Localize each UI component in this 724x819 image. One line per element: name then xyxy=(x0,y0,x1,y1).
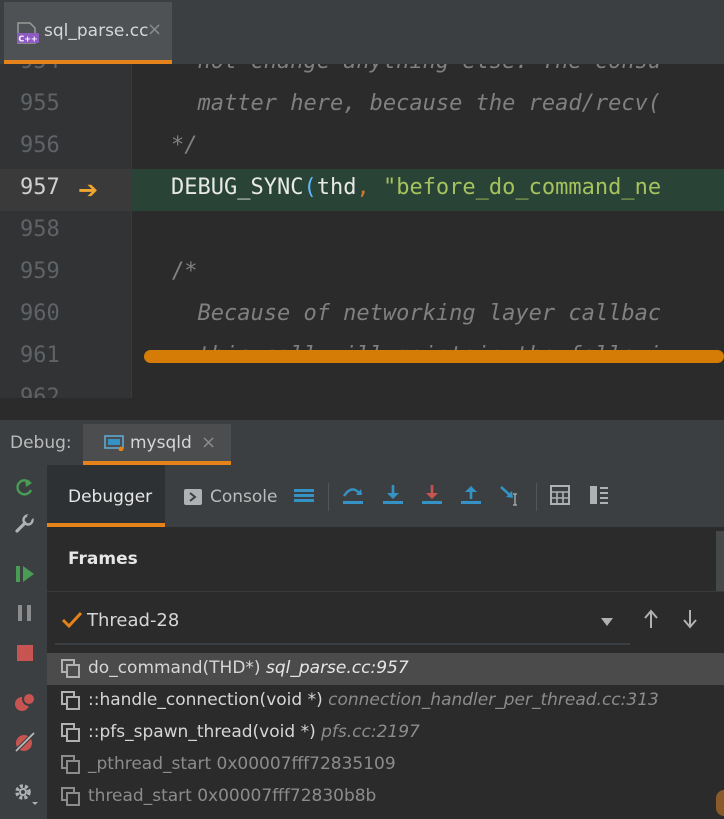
settings-gear-icon[interactable] xyxy=(12,781,38,807)
code-comment: not change anything else. The consu xyxy=(171,64,661,74)
pause-icon[interactable] xyxy=(14,602,36,624)
line-number: 954 xyxy=(20,64,60,74)
step-into-icon[interactable] xyxy=(382,484,404,506)
force-step-into-icon[interactable] xyxy=(421,484,443,506)
run-to-cursor-icon[interactable] xyxy=(499,484,521,506)
step-over-icon[interactable] xyxy=(342,484,364,506)
arrow-down-icon[interactable] xyxy=(682,609,698,629)
stop-icon[interactable] xyxy=(14,642,36,664)
frame-location: sql_parse.cc:957 xyxy=(265,658,409,678)
frame-location: pfs.cc:2197 xyxy=(321,722,420,742)
wrench-icon[interactable] xyxy=(13,513,35,535)
debugger-tab-label: Debugger xyxy=(68,487,153,507)
step-out-icon[interactable] xyxy=(460,484,482,506)
monitor-icon xyxy=(104,435,124,451)
svg-text:C++: C++ xyxy=(18,35,37,44)
frames-panel: Frames Thread-28 do_command(THD*) sql_pa… xyxy=(47,527,724,819)
corner-badge xyxy=(716,790,724,816)
stack-frame-icon xyxy=(61,691,80,710)
console-icon[interactable] xyxy=(184,489,202,505)
editor-tab-bar: C++ sql_parse.cc × xyxy=(0,0,724,64)
frame-function: thread_start 0x00007fff72830b8b xyxy=(88,786,377,806)
console-tab-label[interactable]: Console xyxy=(210,487,278,507)
debug-label: Debug: xyxy=(10,433,72,453)
code-line: 956 */ xyxy=(0,127,724,169)
rerun-icon[interactable] xyxy=(13,477,35,499)
frame-function: do_command(THD*) xyxy=(88,658,261,678)
frames-title: Frames xyxy=(68,549,138,569)
code-line: 955 matter here, because the read/recv( xyxy=(0,85,724,127)
line-number: 961 xyxy=(20,343,60,368)
stack-frame-icon xyxy=(61,659,80,678)
toolbar-separator xyxy=(536,483,537,511)
close-session-icon[interactable]: × xyxy=(201,432,216,453)
stack-frame[interactable]: do_command(THD*) sql_parse.cc:957 xyxy=(47,653,724,685)
line-number: 959 xyxy=(20,259,60,284)
code-statement: DEBUG_SYNC(thd, "before_do_command_ne xyxy=(171,175,661,200)
code-line: 962 xyxy=(0,379,724,398)
frames-divider xyxy=(47,591,724,592)
thread-name: Thread-28 xyxy=(87,610,180,631)
string-literal: "before_do_command_ne xyxy=(369,175,662,200)
debugger-toolbar: Debugger Console xyxy=(47,465,724,527)
paren: ( xyxy=(303,175,317,200)
arrow-right-icon: ➔ xyxy=(78,176,99,204)
frame-function: ::pfs_spawn_thread(void *) xyxy=(88,722,316,742)
code-line: 959 /* xyxy=(0,253,724,295)
view-breakpoints-icon[interactable] xyxy=(13,691,37,713)
code-comment: Because of networking layer callbac xyxy=(171,301,662,326)
arrow-up-icon[interactable] xyxy=(643,609,659,629)
panel-splitter[interactable] xyxy=(716,531,724,591)
code-line: 954 not change anything else. The consu xyxy=(0,64,724,85)
close-tab-icon[interactable]: × xyxy=(147,19,162,40)
code-comment: */ xyxy=(171,133,198,158)
chevron-down-icon[interactable] xyxy=(600,617,614,627)
stack-frame-icon xyxy=(61,787,80,806)
frame-function: ::handle_connection(void *) xyxy=(88,690,323,710)
thread-selector-underline xyxy=(55,643,630,645)
stack-frame-icon xyxy=(61,723,80,742)
code-comment: matter here, because the read/recv( xyxy=(171,91,662,116)
stack-frame[interactable]: ::pfs_spawn_thread(void *) pfs.cc:2197 xyxy=(47,717,724,749)
resume-icon[interactable] xyxy=(14,563,36,585)
show-execution-point-icon[interactable] xyxy=(293,484,315,506)
line-number: 962 xyxy=(20,385,60,398)
debug-session-label: mysqld xyxy=(130,433,192,453)
function-name: DEBUG_SYNC xyxy=(171,175,304,200)
thread-check-icon xyxy=(61,611,83,629)
debug-side-toolbar xyxy=(0,465,47,819)
line-number: 956 xyxy=(20,133,60,158)
cpp-file-icon: C++ xyxy=(17,22,39,44)
comma: , xyxy=(356,175,370,200)
line-number: 960 xyxy=(20,301,60,326)
mute-breakpoints-icon[interactable] xyxy=(13,730,37,754)
code-line: 960 Because of networking layer callbac xyxy=(0,295,724,337)
editor-tab-label: sql_parse.cc xyxy=(44,21,149,41)
stack-frame-icon xyxy=(61,755,80,774)
toolbar-separator xyxy=(328,483,329,511)
horizontal-scrollbar[interactable] xyxy=(144,350,724,363)
execution-line: 957 ➔ DEBUG_SYNC(thd, "before_do_command… xyxy=(0,169,724,211)
line-number: 955 xyxy=(20,91,60,116)
code-editor[interactable]: 954 not change anything else. The consu … xyxy=(0,64,724,398)
code-line: 958 xyxy=(0,211,724,253)
layout-settings-icon[interactable] xyxy=(588,484,610,506)
code-comment: /* xyxy=(171,259,198,284)
frame-location: connection_handler_per_thread.cc:313 xyxy=(328,690,659,710)
frame-function: _pthread_start 0x00007fff72835109 xyxy=(88,754,396,774)
stack-frame[interactable]: _pthread_start 0x00007fff72835109 xyxy=(47,749,724,781)
evaluate-expression-icon[interactable] xyxy=(549,484,571,506)
stack-frame[interactable]: ::handle_connection(void *) connection_h… xyxy=(47,685,724,717)
thread-selector[interactable]: Thread-28 xyxy=(47,593,724,649)
stack-frame[interactable]: thread_start 0x00007fff72830b8b xyxy=(47,781,724,813)
line-number: 958 xyxy=(20,217,60,242)
argument: thd xyxy=(316,175,357,200)
line-number: 957 xyxy=(20,175,60,200)
